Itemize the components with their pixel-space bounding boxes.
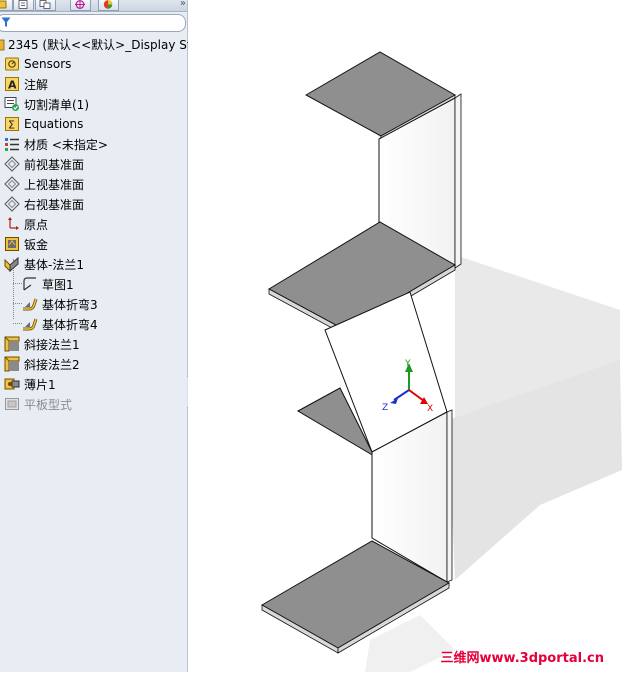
tree-item-tab[interactable]: 薄片1 [4,375,56,393]
triad-x-label: X [427,404,433,414]
svg-text:Σ: Σ [8,119,15,132]
plane-icon [4,196,20,212]
cut-list-icon [4,96,20,112]
base-flange-icon [4,256,20,272]
sketch-icon [22,276,38,292]
tree-item-sheet-metal[interactable]: 钣金 [4,235,48,253]
tree-item-label: 上视基准面 [24,177,85,192]
miter-flange-icon [4,336,20,352]
equations-icon: Σ [4,116,20,132]
flat-pattern-icon [4,396,20,412]
tree-item-equations[interactable]: Σ Equations [4,115,83,133]
triad-z-label: Z [382,403,388,413]
tree-item-miter-flange-1[interactable]: 斜接法兰1 [4,335,80,353]
graphics-viewport[interactable]: Y X Z [188,0,622,672]
feature-tree-icon [0,0,7,9]
feature-manager-panel: » 2345 (默认<<默认>_Display St Sensors A 注解 [0,0,192,672]
tree-item-label: 原点 [24,217,49,232]
model-view: Y X Z [260,51,622,672]
tree-item-label: 薄片1 [24,377,56,392]
tree-branch-line [13,303,22,304]
tree-branch-line [13,323,22,324]
tree-root-part[interactable]: 2345 (默认<<默认>_Display St [0,35,192,53]
tree-item-annotations[interactable]: A 注解 [4,75,48,93]
tree-item-label: 注解 [24,77,49,92]
panel-tab-bar: » [0,0,187,12]
triad-y-label: Y [404,359,411,369]
tree-item-base-bend-3[interactable]: 基体折弯3 [22,295,98,313]
tree-item-label: 切割清单(1) [24,97,89,112]
tree-item-cut-list[interactable]: 切割清单(1) [4,95,89,113]
tree-item-base-bend-4[interactable]: 基体折弯4 [22,315,98,333]
tree-item-label: 斜接法兰1 [24,337,80,352]
tree-item-material[interactable]: 材质 <未指定> [4,135,108,153]
dimxpert-icon [75,0,85,9]
tree-item-label: 右视基准面 [24,197,85,212]
plane-icon [4,156,20,172]
tab-icon [4,376,20,392]
tree-branch-line [13,283,22,284]
tree-item-label: 基体折弯4 [42,317,98,332]
bend-icon [22,296,38,312]
tab-feature-manager[interactable] [0,0,13,11]
part-icon [0,36,6,52]
tree-item-label: 材质 <未指定> [24,137,108,152]
tab-property-manager[interactable] [13,0,34,11]
tab-configuration-manager[interactable] [35,0,56,11]
tree-item-origin[interactable]: 原点 [4,215,48,233]
tree-item-flat-pattern[interactable]: 平板型式 [4,395,72,413]
tree-item-label: Sensors [24,57,72,71]
tree-item-label: 草图1 [42,277,74,292]
tab-dimxpert-manager[interactable] [70,0,91,11]
miter-flange-icon [4,356,20,372]
tree-item-top-plane[interactable]: 上视基准面 [4,175,84,193]
sensors-icon [4,56,20,72]
feature-filter-input[interactable] [0,14,186,32]
tree-item-label: 斜接法兰2 [24,357,80,372]
material-icon [4,136,20,152]
bend-icon [22,316,38,332]
annotations-icon: A [4,76,20,92]
tab-display-manager[interactable] [98,0,119,11]
site-watermark: 三维网www.3dportal.cn [440,651,604,666]
upper-wall-edge [454,93,462,269]
svg-text:A: A [8,79,17,92]
tree-item-label: 钣金 [24,237,49,252]
tree-item-miter-flange-2[interactable]: 斜接法兰2 [4,355,80,373]
tree-item-right-plane[interactable]: 右视基准面 [4,195,84,213]
property-icon [18,0,28,9]
tree-item-label: 基体折弯3 [42,297,98,312]
tree-item-base-flange[interactable]: 基体-法兰1 [4,255,84,273]
sheet-metal-icon [4,236,20,252]
tree-item-label: 平板型式 [24,397,73,412]
tree-item-sketch[interactable]: 草图1 [22,275,74,293]
filter-icon [1,17,11,27]
display-manager-icon [103,0,113,9]
tree-item-front-plane[interactable]: 前视基准面 [4,155,84,173]
root-label: 2345 (默认<<默认>_Display St [8,37,192,52]
configuration-icon [39,0,51,9]
lower-wall-edge [446,409,453,583]
tree-item-label: 前视基准面 [24,157,85,172]
tree-item-label: 基体-法兰1 [24,257,84,272]
origin-icon [4,216,20,232]
plane-icon [4,176,20,192]
tree-item-sensors[interactable]: Sensors [4,55,71,73]
tree-item-label: Equations [24,117,84,131]
more-tabs-icon[interactable]: » [180,0,186,9]
